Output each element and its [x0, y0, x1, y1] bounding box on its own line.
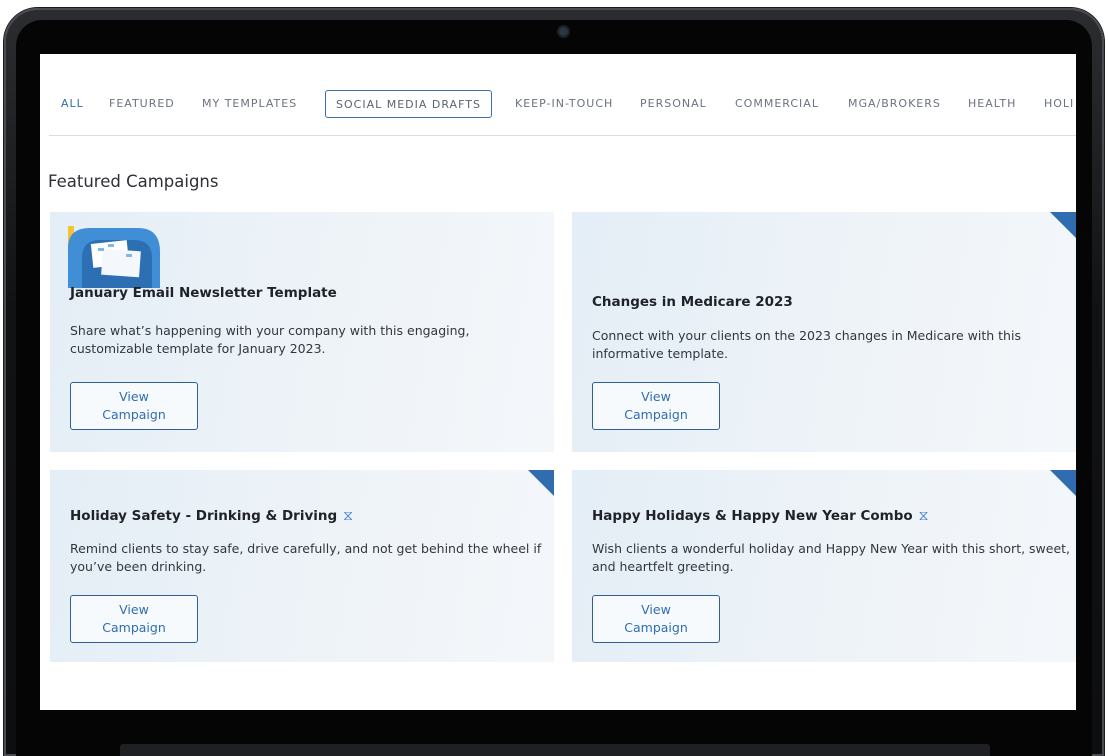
tab-keep-in-touch[interactable]: KEEP-IN-TOUCH [515, 90, 613, 118]
view-campaign-button[interactable]: View Campaign [70, 595, 198, 643]
button-label-line2: Campaign [624, 407, 688, 422]
button-label-line2: Campaign [102, 620, 166, 635]
corner-flag-icon [1050, 212, 1076, 238]
card-title: Happy Holidays & Happy New Year Combo ⧖ [592, 508, 928, 524]
card-description: Connect with your clients on the 2023 ch… [592, 328, 1021, 361]
corner-flag-icon [1050, 470, 1076, 496]
view-campaign-button[interactable]: View Campaign [592, 382, 720, 430]
screen: ALL FEATURED MY TEMPLATES SOCIAL MEDIA D… [40, 54, 1076, 710]
tab-holi[interactable]: HOLI [1044, 90, 1074, 118]
card-title: Holiday Safety - Drinking & Driving ⧖ [70, 508, 353, 524]
button-label-line2: Campaign [624, 620, 688, 635]
camera-icon [559, 27, 568, 36]
card-description: Wish clients a wonderful holiday and Hap… [592, 541, 1071, 574]
view-campaign-button[interactable]: View Campaign [70, 382, 198, 430]
laptop-base [120, 744, 990, 756]
card-description: Remind clients to stay safe, drive caref… [70, 541, 542, 574]
tab-my-templates[interactable]: MY TEMPLATES [202, 90, 297, 118]
card-title: January Email Newsletter Template [70, 285, 337, 301]
button-label-line1: View [641, 602, 671, 617]
tab-featured[interactable]: FEATURED [109, 90, 175, 118]
tab-mga-brokers[interactable]: MGA/BROKERS [848, 90, 941, 118]
campaign-card-happy-holidays: Happy Holidays & Happy New Year Combo ⧖ W… [572, 470, 1076, 662]
corner-flag-icon [528, 470, 554, 496]
hourglass-icon: ⧖ [918, 508, 929, 524]
view-campaign-button[interactable]: View Campaign [592, 595, 720, 643]
mailbox-illustration-icon [68, 226, 160, 288]
card-title-text: Holiday Safety - Drinking & Driving [70, 508, 338, 524]
tab-commercial[interactable]: COMMERCIAL [735, 90, 819, 118]
tab-social-media-drafts[interactable]: SOCIAL MEDIA DRAFTS [325, 90, 492, 118]
card-title: Changes in Medicare 2023 [592, 294, 793, 310]
campaign-card-medicare-2023: Changes in Medicare 2023 Connect with yo… [572, 212, 1076, 452]
tab-health[interactable]: HEALTH [968, 90, 1016, 118]
campaign-card-holiday-safety: Holiday Safety - Drinking & Driving ⧖ Rem… [50, 470, 554, 662]
button-label-line1: View [641, 389, 671, 404]
tab-personal[interactable]: PERSONAL [640, 90, 707, 118]
button-label-line1: View [119, 389, 149, 404]
button-label-line1: View [119, 602, 149, 617]
card-description: Share what’s happening with your company… [70, 323, 470, 356]
campaign-card-january-newsletter: January Email Newsletter Template Share … [50, 212, 554, 452]
button-label-line2: Campaign [102, 407, 166, 422]
hourglass-icon: ⧖ [343, 508, 353, 524]
tab-all[interactable]: ALL [61, 90, 84, 118]
card-title-text: Happy Holidays & Happy New Year Combo [592, 508, 913, 524]
section-title: Featured Campaigns [48, 172, 219, 191]
category-tabs: ALL FEATURED MY TEMPLATES SOCIAL MEDIA D… [49, 90, 1076, 136]
